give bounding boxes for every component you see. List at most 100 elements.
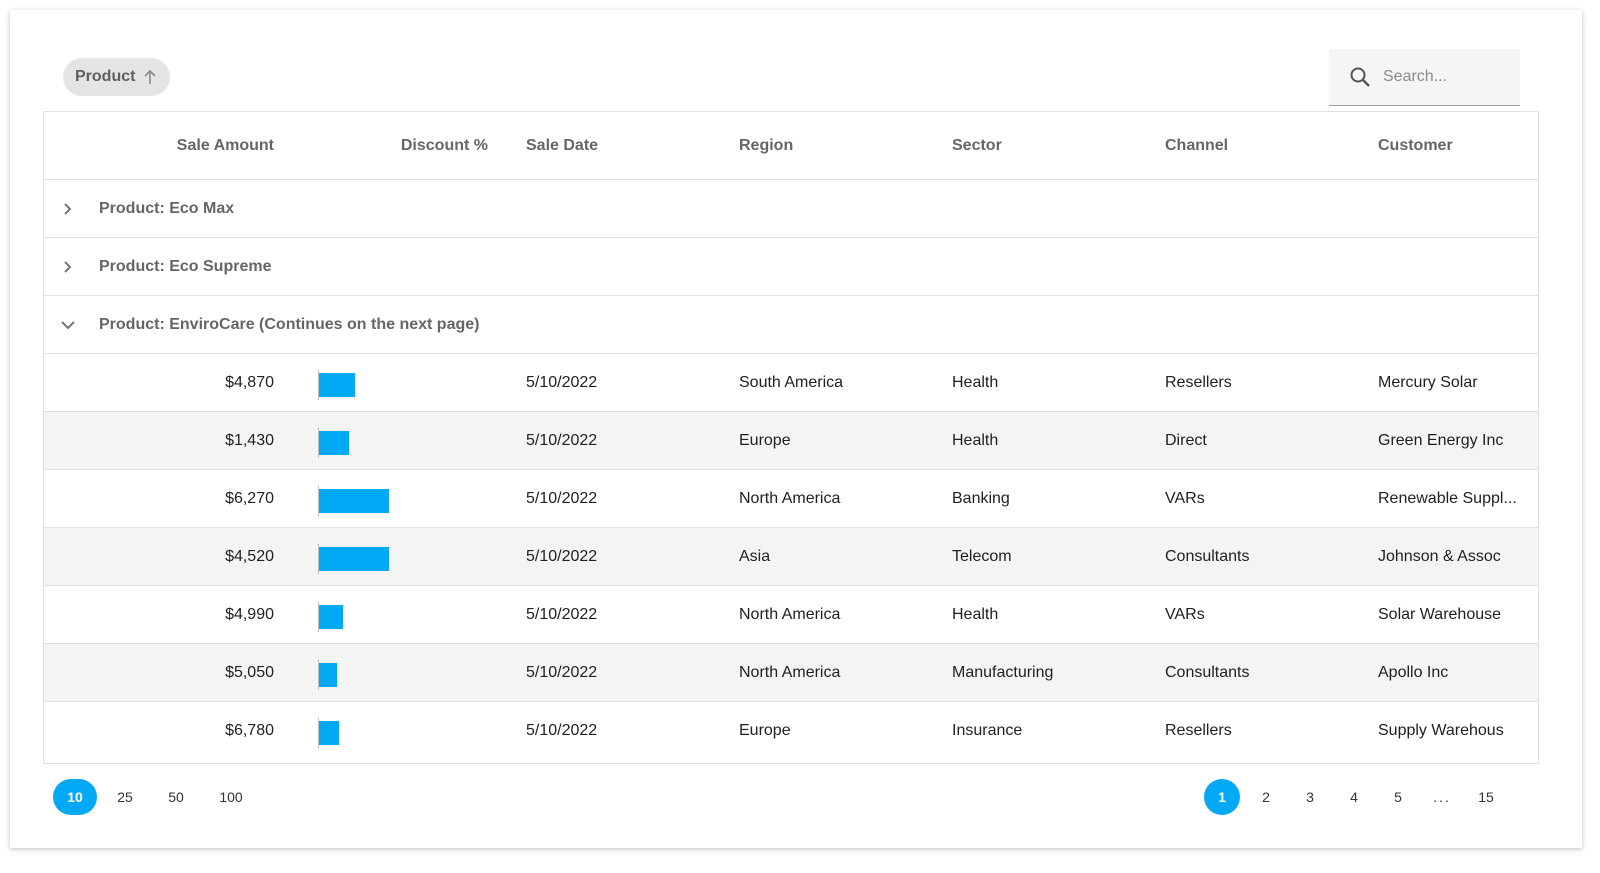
sale-date-cell: 5/10/2022	[526, 605, 598, 623]
page-button-2[interactable]: 2	[1248, 779, 1284, 815]
sale-date-cell: 5/10/2022	[526, 663, 598, 681]
discount-cell	[318, 528, 418, 585]
customer-cell: Mercury Solar	[1378, 373, 1478, 391]
channel-cell: VARs	[1165, 489, 1205, 507]
search-box[interactable]	[1329, 49, 1520, 106]
sector-cell: Banking	[952, 489, 1010, 507]
customer-cell: Apollo Inc	[1378, 663, 1449, 681]
column-header-sale-amount[interactable]: Sale Amount	[44, 112, 274, 179]
group-row-label: Product: Eco Max	[99, 199, 235, 217]
sale-date-cell: 5/10/2022	[526, 722, 598, 739]
page-size-selector: 10 25 50 100	[53, 779, 263, 815]
page-ellipsis: ...	[1433, 789, 1451, 805]
channel-cell: Consultants	[1165, 547, 1250, 565]
customer-cell: Johnson & Assoc	[1378, 547, 1501, 565]
search-icon	[1349, 66, 1371, 88]
customer-cell: Solar Warehouse	[1378, 605, 1502, 623]
arrow-up-icon	[143, 69, 157, 85]
group-row-envirocare[interactable]: Product: EnviroCare (Continues on the ne…	[44, 296, 1538, 354]
chevron-down-icon[interactable]	[60, 296, 76, 353]
group-row-label: Product: EnviroCare (Continues on the ne…	[99, 315, 480, 333]
region-cell: North America	[739, 663, 841, 681]
sale-date-cell: 5/10/2022	[526, 489, 598, 507]
sale-date-cell: 5/10/2022	[526, 373, 598, 391]
column-header-sale-date[interactable]: Sale Date	[526, 112, 706, 179]
sale-amount-cell: $4,990	[225, 605, 274, 623]
group-row-eco-max[interactable]: Product: Eco Max	[44, 180, 1538, 238]
table-row[interactable]: $4,990 5/10/2022 North America Health VA…	[44, 586, 1538, 644]
sale-amount-cell: $4,520	[225, 547, 274, 565]
channel-cell: Resellers	[1165, 722, 1232, 739]
column-header-customer[interactable]: Customer	[1378, 112, 1528, 179]
discount-bar	[319, 431, 349, 455]
table-row[interactable]: $6,780 5/10/2022 Europe Insurance Resell…	[44, 702, 1538, 760]
page-button-5[interactable]: 5	[1380, 779, 1416, 815]
page-size-25[interactable]: 25	[97, 779, 153, 815]
sale-amount-cell: $6,780	[225, 722, 274, 739]
region-cell: Europe	[739, 431, 791, 449]
sale-amount-cell: $5,050	[225, 663, 274, 681]
page-button-3[interactable]: 3	[1292, 779, 1328, 815]
discount-bar	[319, 663, 337, 687]
column-header-channel[interactable]: Channel	[1165, 112, 1345, 179]
discount-bar	[319, 605, 343, 629]
group-chip-label: Product	[75, 68, 136, 85]
region-cell: North America	[739, 489, 841, 507]
page-size-10[interactable]: 10	[53, 779, 97, 815]
discount-cell	[318, 470, 418, 527]
search-input[interactable]	[1381, 67, 1510, 87]
page-button-15[interactable]: 15	[1468, 779, 1504, 815]
page-size-100[interactable]: 100	[199, 779, 263, 815]
discount-bar	[319, 547, 389, 571]
table-row[interactable]: $1,430 5/10/2022 Europe Health Direct Gr…	[44, 412, 1538, 470]
sector-cell: Telecom	[952, 547, 1012, 565]
table-row[interactable]: $4,520 5/10/2022 Asia Telecom Consultant…	[44, 528, 1538, 586]
discount-cell	[318, 702, 418, 760]
sector-cell: Insurance	[952, 722, 1023, 739]
chevron-right-icon[interactable]	[60, 180, 74, 237]
discount-bar	[319, 721, 339, 745]
region-cell: North America	[739, 605, 841, 623]
column-header-region[interactable]: Region	[739, 112, 919, 179]
column-header-discount[interactable]: Discount %	[318, 112, 488, 179]
table-row[interactable]: $6,270 5/10/2022 North America Banking V…	[44, 470, 1538, 528]
channel-cell: VARs	[1165, 605, 1205, 623]
chevron-right-icon[interactable]	[60, 238, 74, 295]
column-header-sector[interactable]: Sector	[952, 112, 1132, 179]
region-cell: South America	[739, 373, 844, 391]
customer-cell: Renewable Suppl...	[1378, 489, 1517, 507]
sector-cell: Health	[952, 431, 999, 449]
page-size-50[interactable]: 50	[153, 779, 199, 815]
sale-amount-cell: $6,270	[225, 489, 274, 507]
data-grid: Sale Amount Discount % Sale Date Region …	[43, 111, 1539, 764]
grid-card: Product Sale Amount Discount % Sale Date…	[10, 10, 1582, 848]
discount-cell	[318, 354, 418, 411]
discount-bar	[319, 373, 355, 397]
channel-cell: Consultants	[1165, 663, 1250, 681]
sector-cell: Manufacturing	[952, 663, 1054, 681]
table-row[interactable]: $5,050 5/10/2022 North America Manufactu…	[44, 644, 1538, 702]
discount-cell	[318, 586, 418, 643]
discount-cell	[318, 412, 418, 469]
sale-date-cell: 5/10/2022	[526, 547, 598, 565]
discount-cell	[318, 644, 418, 701]
table-row[interactable]: $4,870 5/10/2022 South America Health Re…	[44, 354, 1538, 412]
page-navigator: 1 2 3 4 5 ... 15	[1204, 779, 1504, 815]
region-cell: Europe	[739, 722, 791, 739]
sale-date-cell: 5/10/2022	[526, 431, 598, 449]
sector-cell: Health	[952, 373, 999, 391]
page-button-1[interactable]: 1	[1204, 779, 1240, 815]
group-by-product-chip[interactable]: Product	[63, 58, 170, 96]
sector-cell: Health	[952, 605, 999, 623]
discount-bar	[319, 489, 389, 513]
group-row-label: Product: Eco Supreme	[99, 257, 272, 275]
channel-cell: Direct	[1165, 431, 1207, 449]
sale-amount-cell: $4,870	[225, 373, 274, 391]
page-button-4[interactable]: 4	[1336, 779, 1372, 815]
grid-header: Sale Amount Discount % Sale Date Region …	[44, 112, 1538, 180]
region-cell: Asia	[739, 547, 771, 565]
group-row-eco-supreme[interactable]: Product: Eco Supreme	[44, 238, 1538, 296]
sale-amount-cell: $1,430	[225, 431, 274, 449]
customer-cell: Supply Warehous	[1378, 722, 1504, 739]
channel-cell: Resellers	[1165, 373, 1232, 391]
